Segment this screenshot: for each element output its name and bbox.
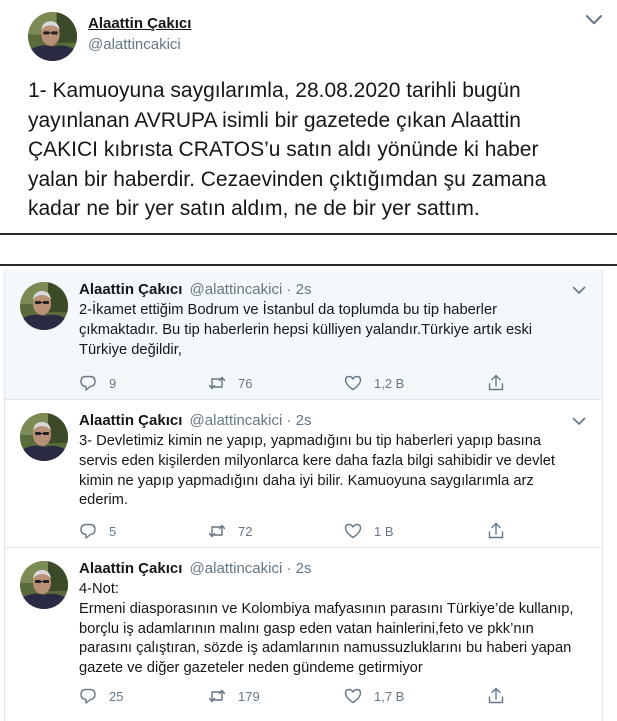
main-tweet: Alaattin Çakıcı @alattincakici 1- Kamuoy…	[0, 0, 617, 232]
retweet-count: 72	[238, 523, 253, 539]
like-button[interactable]: 1,7 B	[344, 686, 404, 706]
tweet-text-line: yayınlanan AVRUPA isimli bir gazetede çı…	[28, 108, 521, 132]
share-icon	[487, 522, 505, 540]
tweet-text: 2-İkamet ettiğim Bodrum ve İstanbul da t…	[79, 301, 591, 360]
reply-count: 5	[109, 523, 117, 539]
retweet-button[interactable]: 179	[208, 686, 260, 706]
tweet-header: Alaattin Çakıcı @alattincakici · 2s	[79, 412, 312, 429]
reply-button[interactable]: 9	[79, 373, 116, 393]
reply-icon	[79, 374, 97, 392]
like-button[interactable]: 1 B	[344, 521, 394, 541]
reply-count: 9	[109, 375, 117, 391]
author-name[interactable]: Alaattin Çakıcı	[79, 412, 182, 429]
heart-icon	[344, 687, 362, 705]
author-handle[interactable]: @alattincakici	[190, 281, 283, 298]
tweet-text-line: 4-Not:	[79, 581, 119, 597]
tweet-text-line: ederim.	[79, 492, 128, 509]
reply-button[interactable]: 5	[79, 521, 116, 541]
retweet-count: 76	[238, 375, 253, 391]
share-button[interactable]	[487, 686, 505, 706]
tweet-text-line: kadar ne bir yer satın aldım, ne de bir …	[28, 197, 480, 220]
tweet-time[interactable]: · 2s	[286, 281, 311, 298]
retweet-button[interactable]: 76	[208, 373, 252, 393]
tweet-text-line: gazete ve diğer gazeteler neden gündeme …	[79, 660, 423, 677]
tweet-actions: 5 72 1 B	[79, 521, 519, 541]
divider	[0, 264, 617, 266]
avatar[interactable]	[20, 282, 68, 330]
retweet-button[interactable]: 72	[208, 521, 252, 541]
retweet-icon	[208, 522, 226, 540]
retweet-icon	[208, 687, 226, 705]
heart-icon	[344, 522, 362, 540]
share-button[interactable]	[487, 521, 505, 541]
tweet-thread: Alaattin Çakıcı @alattincakici · 2s 2-İk…	[4, 270, 603, 721]
share-button[interactable]	[487, 373, 505, 393]
tweet-text-line: yalan bir haberdir. Cezaevinden çıktığım…	[28, 167, 547, 191]
chevron-down-icon[interactable]	[572, 286, 586, 295]
reply-count: 25	[109, 688, 124, 704]
author-name[interactable]: Alaattin Çakıcı	[88, 15, 191, 32]
tweet-text-line: servis eden kişilerden milyonlarca kere …	[79, 452, 555, 469]
like-count: 1 B	[374, 523, 394, 539]
reply-icon	[79, 687, 97, 705]
like-button[interactable]: 1,2 B	[344, 373, 404, 393]
share-icon	[487, 374, 505, 392]
tweet-text: 4-Not: Ermeni diasporasının ve Kolombiya…	[79, 580, 591, 679]
tweet-text-line: 3- Devletimiz kimin ne yapıp, yapmadığın…	[79, 433, 542, 449]
tweet-text-line: kimin ne yapıp yapmadığını daha iyi bili…	[79, 472, 534, 489]
avatar[interactable]	[20, 413, 68, 461]
reply-icon	[79, 522, 97, 540]
tweet-header: Alaattin Çakıcı @alattincakici · 2s	[79, 281, 312, 298]
chevron-down-icon[interactable]	[585, 14, 603, 26]
author-name[interactable]: Alaattin Çakıcı	[79, 560, 182, 577]
avatar[interactable]	[28, 12, 77, 61]
tweet-text-line: borçlu iş adamlarının malını gasp eden v…	[79, 620, 534, 637]
like-count: 1,7 B	[374, 688, 405, 704]
tweet-text-line: 1- Kamuoyuna saygılarımla, 28.08.2020 ta…	[28, 79, 521, 102]
thread-tweet[interactable]: Alaattin Çakıcı @alattincakici · 2s 4-No…	[5, 549, 602, 721]
retweet-count: 179	[238, 688, 260, 704]
reply-button[interactable]: 25	[79, 686, 123, 706]
thread-tweet[interactable]: Alaattin Çakıcı @alattincakici · 2s 3- D…	[5, 401, 602, 548]
like-count: 1,2 B	[374, 375, 405, 391]
tweet-text-line: Türkiye değildir,	[79, 341, 182, 358]
retweet-icon	[208, 374, 226, 392]
thread-tweet[interactable]: Alaattin Çakıcı @alattincakici · 2s 2-İk…	[5, 270, 602, 400]
tweet-time[interactable]: · 2s	[286, 412, 311, 429]
share-icon	[487, 687, 505, 705]
tweet-text-line: parasını çalıştıran, sözde iş adamlarını…	[79, 640, 572, 657]
avatar[interactable]	[20, 561, 68, 609]
author-handle[interactable]: @alattincakici	[190, 412, 283, 429]
tweet-actions: 25 179 1,7 B	[79, 686, 519, 706]
tweet-header: Alaattin Çakıcı @alattincakici · 2s	[79, 560, 312, 577]
divider	[0, 233, 617, 235]
tweet-text: 3- Devletimiz kimin ne yapıp, yapmadığın…	[79, 432, 591, 511]
tweet-text: 1- Kamuoyuna saygılarımla, 28.08.2020 ta…	[28, 76, 608, 224]
author-name[interactable]: Alaattin Çakıcı	[79, 281, 182, 298]
chevron-down-icon[interactable]	[572, 417, 586, 426]
author-handle[interactable]: @alattincakici	[190, 560, 283, 577]
heart-icon	[344, 374, 362, 392]
tweet-text-line: çıkmaktadır. Bu tip haberlerin hepsi kül…	[79, 321, 533, 338]
author-handle[interactable]: @alattincakici	[88, 36, 181, 53]
tweet-time[interactable]: · 2s	[286, 560, 311, 577]
tweet-text-line: ÇAKICI kıbrısta CRATOS’u satın aldı yönü…	[28, 138, 539, 161]
tweet-actions: 9 76 1,2 B	[79, 373, 519, 393]
tweet-text-line: Ermeni diasporasının ve Kolombiya mafyas…	[79, 600, 574, 617]
tweet-text-line: 2-İkamet ettiğim Bodrum ve İstanbul da t…	[79, 302, 497, 318]
